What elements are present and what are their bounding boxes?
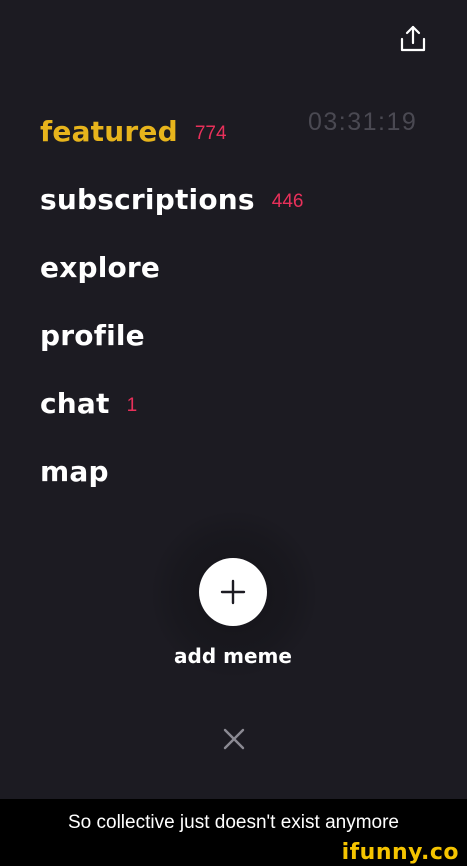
menu-item-profile[interactable]: profile: [40, 301, 303, 369]
main-menu: featured 774 subscriptions 446 explore p…: [40, 97, 303, 505]
featured-count-badge: 774: [194, 123, 227, 144]
menu-item-explore[interactable]: explore: [40, 233, 303, 301]
close-button[interactable]: [221, 726, 247, 752]
share-button[interactable]: [397, 24, 429, 54]
caption-text: So collective just doesn't exist anymore: [67, 811, 399, 833]
menu-label-subscriptions: subscriptions: [40, 182, 255, 216]
menu-label-chat: chat: [40, 386, 110, 420]
ifunny-watermark: ifunny.co: [341, 840, 459, 865]
featured-timer: 03:31:19: [308, 108, 418, 136]
menu-label-map: map: [40, 454, 109, 488]
close-icon: [223, 728, 245, 750]
menu-item-subscriptions[interactable]: subscriptions 446: [40, 165, 303, 233]
menu-item-featured[interactable]: featured 774: [40, 97, 303, 165]
add-meme-button[interactable]: [199, 558, 267, 626]
plus-icon: [220, 579, 246, 605]
share-icon: [400, 25, 426, 52]
menu-item-chat[interactable]: chat 1: [40, 369, 303, 437]
chat-count-badge: 1: [126, 395, 138, 416]
add-meme-label: add meme: [174, 644, 292, 668]
menu-label-profile: profile: [40, 318, 145, 352]
menu-label-featured: featured: [40, 114, 178, 148]
subscriptions-count-badge: 446: [271, 191, 304, 212]
menu-label-explore: explore: [40, 250, 161, 284]
app-screen: { "header": { "share_icon": "share-icon"…: [0, 0, 467, 866]
menu-item-map[interactable]: map: [40, 437, 303, 505]
